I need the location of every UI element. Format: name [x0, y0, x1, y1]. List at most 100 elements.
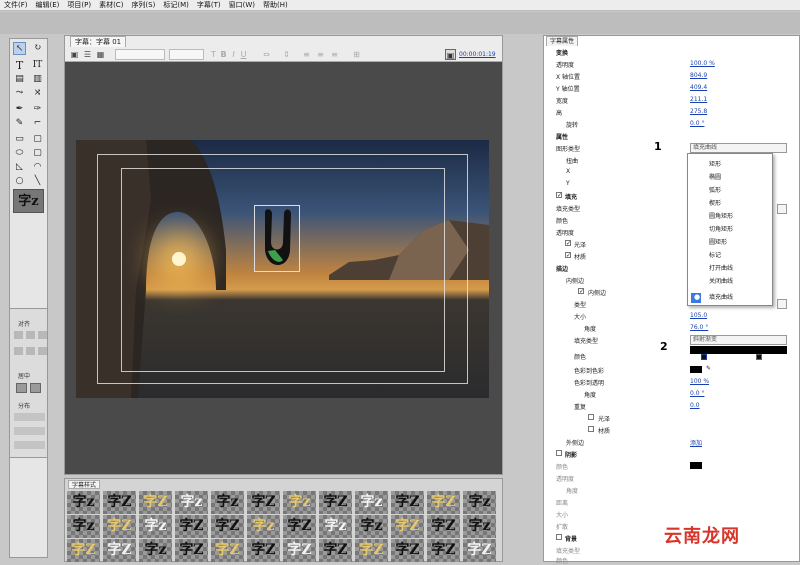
option-wedge[interactable]: 楔形 — [709, 198, 721, 207]
rotation-value[interactable]: 0.0 ° — [690, 120, 704, 127]
align-top-icon[interactable] — [14, 347, 23, 355]
align-left-text-icon[interactable]: ≡ — [301, 49, 312, 60]
selected-shape[interactable] — [254, 205, 300, 272]
pen-tool-icon[interactable]: ✒ — [13, 103, 26, 116]
type-tool-icon[interactable]: T — [13, 59, 26, 72]
background-header[interactable]: 背景 — [565, 534, 577, 543]
shape-type-select[interactable]: 填充曲线 — [690, 143, 787, 153]
align-right-text-icon[interactable]: ≡ — [329, 49, 340, 60]
center-horizontal-icon[interactable] — [16, 383, 27, 393]
style-swatch[interactable]: 字Z — [391, 491, 424, 514]
vertical-type-tool-icon[interactable]: IT — [31, 59, 44, 72]
underline-icon[interactable]: U — [238, 49, 249, 60]
eyedropper-icon[interactable]: ✎ — [706, 365, 711, 372]
font-family-select[interactable] — [115, 49, 165, 60]
align-middle-icon[interactable] — [26, 347, 35, 355]
rectangle-tool-icon[interactable]: ▭ — [13, 133, 26, 146]
sheen-checkbox[interactable]: ✓ — [565, 240, 571, 247]
style-swatch[interactable]: 字Z — [139, 491, 172, 514]
style-swatch[interactable]: 字Z — [427, 515, 460, 538]
option-closed-curve[interactable]: 关闭曲线 — [709, 276, 733, 285]
menu-help[interactable]: 帮助(H) — [263, 0, 288, 10]
opacity-value[interactable]: 100.0 % — [690, 60, 715, 67]
path-type-tool-icon[interactable]: ⤳ — [13, 87, 26, 100]
stroke-angle2-value[interactable]: 0.0 ° — [690, 390, 704, 397]
style-swatch[interactable]: 字Z — [391, 515, 424, 538]
rotation-tool-icon[interactable]: ↻ — [31, 42, 44, 55]
style-swatch[interactable]: 字Z — [211, 515, 244, 538]
style-swatch[interactable]: 字z — [463, 491, 496, 514]
style-swatch[interactable]: 字z — [463, 515, 496, 538]
style-swatch[interactable]: 字Z — [319, 491, 352, 514]
fill-type-select[interactable] — [777, 204, 787, 214]
align-center-text-icon[interactable]: ≡ — [315, 49, 326, 60]
area-type-tool-icon[interactable]: ▤ — [13, 73, 26, 86]
color-stop-swatch[interactable] — [690, 366, 702, 373]
menu-project[interactable]: 项目(P) — [67, 0, 91, 10]
align-left-icon[interactable] — [14, 331, 23, 339]
arc-tool-icon[interactable]: ◠ — [31, 161, 44, 174]
menu-title[interactable]: 字幕(T) — [197, 0, 221, 10]
kerning-icon[interactable]: ⇔ — [261, 49, 272, 60]
distribute-row3-icon[interactable] — [14, 441, 45, 449]
style-swatch[interactable]: 字z — [247, 515, 280, 538]
shadow-header[interactable]: 阴影 — [565, 450, 577, 459]
roll-crawl-icon[interactable]: ☰ — [82, 49, 93, 60]
selection-tool-icon[interactable]: ↖ — [13, 42, 26, 55]
option-clipped-rect[interactable]: 切角矩形 — [709, 224, 733, 233]
option-rectangle[interactable]: 矩形 — [709, 159, 721, 168]
editor-tab[interactable]: 字幕：字幕 01 — [70, 36, 127, 47]
x-position-value[interactable]: 804.9 — [690, 72, 707, 79]
outer-stroke-add[interactable]: 添加 — [690, 438, 702, 447]
fill-checkbox[interactable]: ✓ — [556, 192, 562, 199]
repeat-value[interactable]: 0.0 — [690, 402, 700, 409]
center-vertical-icon[interactable] — [30, 383, 41, 393]
align-center-icon[interactable] — [26, 331, 35, 339]
style-swatch[interactable]: 字z — [67, 491, 100, 514]
style-swatch[interactable]: 字Z — [283, 515, 316, 538]
option-filled-curve[interactable]: 填充曲线 — [709, 292, 733, 301]
menu-window[interactable]: 窗口(W) — [229, 0, 255, 10]
stroke-angle-value[interactable]: 76.0 ° — [690, 324, 708, 331]
rounded-rect-tool-icon[interactable]: ▢ — [31, 133, 44, 146]
delete-anchor-tool-icon[interactable]: ✑ — [31, 103, 44, 116]
stroke-sheen-checkbox[interactable] — [588, 414, 594, 420]
templates-icon[interactable]: ▦ — [95, 49, 106, 60]
style-swatch[interactable]: 字z — [67, 515, 100, 538]
convert-anchor-tool-icon[interactable]: ⌐ — [31, 117, 44, 130]
transform-header[interactable]: 变换 — [556, 48, 568, 57]
style-swatch[interactable]: 字Z — [391, 539, 424, 562]
shadow-color-swatch[interactable] — [690, 462, 702, 469]
option-arc[interactable]: 弧形 — [709, 185, 721, 194]
distribute-row1-icon[interactable] — [14, 413, 45, 421]
color-stop-opacity-value[interactable]: 100 % — [690, 378, 709, 385]
stroke-header[interactable]: 描边 — [556, 264, 568, 273]
style-swatch[interactable]: 字z — [139, 515, 172, 538]
shadow-checkbox[interactable] — [556, 450, 562, 456]
leading-icon[interactable]: ⇕ — [281, 49, 292, 60]
ellipse-tool-icon[interactable]: ○ — [13, 175, 26, 188]
menu-file[interactable]: 文件(F) — [4, 0, 28, 10]
height-value[interactable]: 275.8 — [690, 108, 707, 115]
distribute-row2-icon[interactable] — [14, 427, 45, 435]
menu-sequence[interactable]: 序列(S) — [131, 0, 155, 10]
style-swatch[interactable]: 字z — [283, 491, 316, 514]
properties-header[interactable]: 属性 — [556, 132, 568, 141]
menu-marker[interactable]: 标记(M) — [163, 0, 189, 10]
stroke-type-select[interactable] — [777, 299, 787, 309]
rounded-rect2-tool-icon[interactable]: ▢ — [31, 147, 44, 160]
style-swatch[interactable]: 字Z — [463, 539, 496, 562]
style-swatch[interactable]: 字z — [319, 515, 352, 538]
fill-header[interactable]: 填充 — [565, 192, 577, 201]
option-ellipse[interactable]: 椭圆 — [709, 172, 721, 181]
menu-clip[interactable]: 素材(C) — [99, 0, 123, 10]
style-swatch[interactable]: 字Z — [175, 539, 208, 562]
style-swatch[interactable]: 字Z — [247, 491, 280, 514]
style-swatch[interactable]: 字Z — [67, 539, 100, 562]
new-title-icon[interactable]: ▣ — [69, 49, 80, 60]
align-bottom-icon[interactable] — [38, 347, 47, 355]
vertical-area-type-tool-icon[interactable]: ▥ — [31, 73, 44, 86]
style-swatch[interactable]: 字z — [211, 491, 244, 514]
y-position-value[interactable]: 409.4 — [690, 84, 707, 91]
stroke-texture-checkbox[interactable] — [588, 426, 594, 432]
